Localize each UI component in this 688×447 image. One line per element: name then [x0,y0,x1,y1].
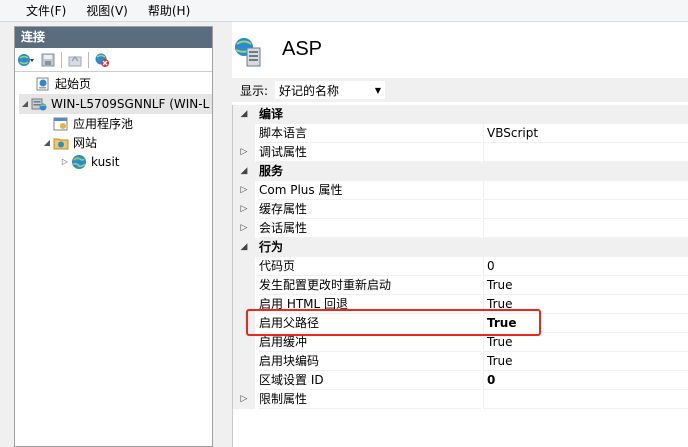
expand-icon[interactable]: ▷ [233,390,255,409]
property-row[interactable]: 区域设置 ID 0 [233,371,688,390]
toolbar-separator [61,51,62,68]
property-name: 脚本语言 [259,124,481,143]
property-row[interactable]: ▷ 调试属性 [233,143,688,162]
connections-pane: 连接 起始页 ◢ WIN-L5709SGNNLF (WIN-L 应用程序池 ◢ … [14,26,213,447]
feature-pane: ASP 显示: 好记的名称 ▼ ◢ 编译 脚本语言 VBScript ▷ 调试属性 ◢ 服务 ▷… [232,22,688,447]
category-label: 行为 [259,240,284,254]
disconnect-icon[interactable] [93,51,111,69]
start-page-icon [35,76,51,92]
tree-expander[interactable]: ◢ [19,94,31,114]
tree-item-label: 起始页 [55,77,92,91]
property-name: 代码页 [259,257,481,276]
display-mode-select[interactable]: 好记的名称 ▼ [274,80,387,100]
page-title: ASP [282,38,323,60]
globe-icon [71,154,87,170]
collapse-icon[interactable]: ◢ [233,105,255,124]
property-row[interactable]: ▷ 限制属性 [233,390,688,409]
feature-header: ASP [232,22,688,78]
property-value[interactable] [483,219,688,238]
sites-folder-icon [53,135,69,151]
row-gutter [233,352,255,371]
tree-item-start-page[interactable]: 起始页 [23,74,91,94]
property-row[interactable]: 发生配置更改时重新启动 True [233,276,688,295]
collapse-icon[interactable]: ◢ [233,238,255,257]
tree-item-label: kusit [91,155,120,169]
category-label: 编译 [259,107,284,121]
property-value[interactable] [483,390,688,409]
property-value[interactable] [483,143,688,162]
property-name: 区域设置 ID [259,371,481,390]
property-row[interactable]: 代码页 0 [233,257,688,276]
display-label: 显示: [240,83,269,98]
property-value[interactable]: 0 [483,371,688,390]
collapse-icon[interactable]: ◢ [233,162,255,181]
property-row[interactable]: ▷ 缓存属性 [233,200,688,219]
app-pool-icon [53,116,69,132]
highlight-annotation [246,309,541,336]
menu-bar: 文件(F) 视图(V) 帮助(H) [0,0,688,22]
up-level-icon[interactable] [66,51,84,69]
expand-icon[interactable]: ▷ [233,219,255,238]
property-category[interactable]: ◢ 编译 [233,105,688,124]
row-gutter [233,257,255,276]
tree-item-server[interactable]: ◢ WIN-L5709SGNNLF (WIN-L [19,94,212,114]
property-value[interactable]: True [483,276,688,295]
expand-icon[interactable]: ▷ [233,181,255,200]
connect-globe-icon[interactable] [17,51,35,69]
property-value[interactable]: VBScript [483,124,688,143]
tree-expander[interactable]: ◢ [41,133,53,153]
dropdown-arrow-icon: ▼ [374,85,382,95]
connections-toolbar [15,48,212,72]
property-name: 启用块编码 [259,352,481,371]
display-mode-value: 好记的名称 [279,83,340,98]
tree-item-sites[interactable]: ◢ 网站 [41,133,97,153]
tree-expander[interactable]: ▷ [59,152,71,172]
pane-splitter[interactable] [213,22,232,447]
property-name: 发生配置更改时重新启动 [259,276,481,295]
property-row[interactable]: 脚本语言 VBScript [233,124,688,143]
expand-icon[interactable]: ▷ [233,200,255,219]
category-label: 服务 [259,164,284,178]
property-grid: ◢ 编译 脚本语言 VBScript ▷ 调试属性 ◢ 服务 ▷ Com Plus 属性 ▷ 缓存属性… [232,105,688,447]
expand-icon[interactable]: ▷ [233,143,255,162]
property-value[interactable]: 0 [483,257,688,276]
asp-feature-icon [232,36,266,71]
tree-item-app-pools[interactable]: 应用程序池 [41,114,133,134]
menu-file[interactable]: 文件(F) [0,0,76,22]
property-category[interactable]: ◢ 服务 [233,162,688,181]
property-row[interactable]: 启用块编码 True [233,352,688,371]
display-toolbar: 显示: 好记的名称 ▼ [232,78,688,102]
save-icon[interactable] [39,51,57,69]
tree-item-label: 网站 [73,136,98,150]
property-name: Com Plus 属性 [259,181,481,200]
property-value[interactable] [483,181,688,200]
toolbar-separator [88,51,89,68]
property-value[interactable]: True [483,352,688,371]
tree-item-label: 应用程序池 [73,117,134,131]
row-gutter [233,276,255,295]
property-row[interactable]: ▷ 会话属性 [233,219,688,238]
server-icon [31,96,47,112]
property-name: 调试属性 [259,143,481,162]
property-value[interactable] [483,200,688,219]
row-gutter [233,124,255,143]
property-name: 会话属性 [259,219,481,238]
tree-item-kusit[interactable]: ▷ kusit [59,152,119,172]
row-gutter [233,371,255,390]
property-name: 限制属性 [259,390,481,409]
tree-item-label: WIN-L5709SGNNLF (WIN-L [51,97,210,111]
property-category[interactable]: ◢ 行为 [233,238,688,257]
property-name: 缓存属性 [259,200,481,219]
menu-view[interactable]: 视图(V) [76,0,138,22]
connections-title: 连接 [15,27,212,48]
property-row[interactable]: ▷ Com Plus 属性 [233,181,688,200]
menu-help[interactable]: 帮助(H) [138,0,200,22]
